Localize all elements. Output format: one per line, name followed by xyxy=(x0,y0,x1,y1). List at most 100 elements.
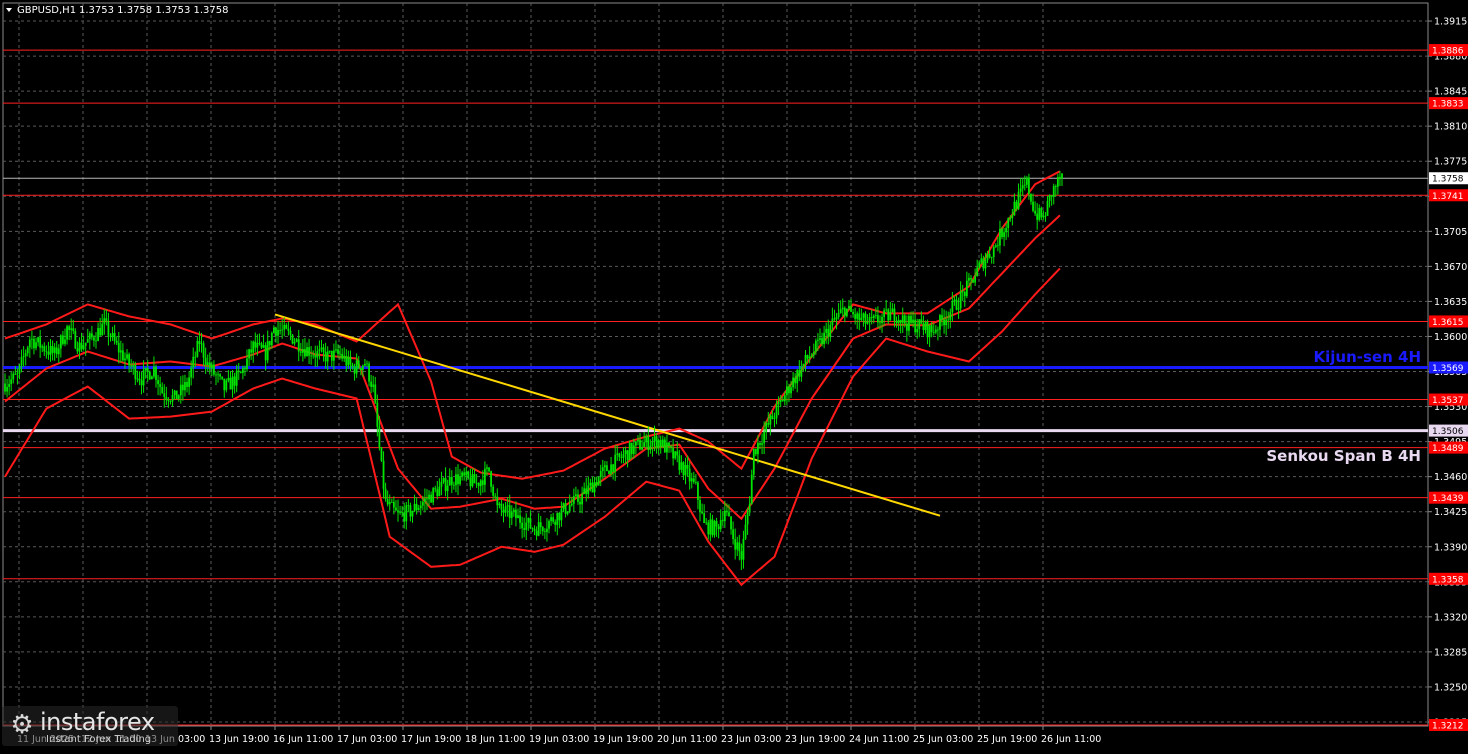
x-tick-label: 17 Jun 03:00 xyxy=(337,734,397,745)
candle-body xyxy=(519,515,521,523)
candle-body xyxy=(676,451,679,456)
candle-body xyxy=(850,305,852,312)
candle-body xyxy=(461,472,464,477)
candle-body xyxy=(1034,210,1037,214)
candle-body xyxy=(481,480,484,485)
candle-body xyxy=(488,467,490,472)
candle-body xyxy=(117,342,120,353)
candle-body xyxy=(626,450,629,461)
candle-body xyxy=(136,378,139,380)
candle-body xyxy=(668,442,670,447)
candle-body xyxy=(227,377,230,381)
candle-body xyxy=(254,341,257,348)
candle-body xyxy=(800,366,803,377)
candle-body xyxy=(161,387,164,394)
candle-body xyxy=(821,338,823,345)
candle-body xyxy=(655,436,658,449)
candle-body xyxy=(579,501,581,505)
candle-body xyxy=(258,342,261,344)
kijun-label: Kijun-sen 4H xyxy=(1314,348,1421,366)
y-tick-label: 1.3810 xyxy=(1434,122,1467,133)
candle-body xyxy=(430,494,433,503)
candle-body xyxy=(1001,228,1003,237)
candle-body xyxy=(341,353,344,359)
candle-body xyxy=(583,488,586,495)
candle-body xyxy=(455,474,457,486)
candle-body xyxy=(715,520,718,527)
candle-body xyxy=(246,358,248,370)
candle-body xyxy=(1021,185,1024,189)
candle-body xyxy=(1032,201,1034,211)
candle-body xyxy=(771,415,774,419)
candle-body xyxy=(639,440,641,450)
candle-body xyxy=(450,476,453,485)
candle-body xyxy=(641,446,643,450)
candle-body xyxy=(831,318,834,326)
candle-body xyxy=(680,462,683,470)
candle-body xyxy=(57,348,60,355)
candle-body xyxy=(72,328,75,331)
candle-body xyxy=(262,345,265,348)
candle-body xyxy=(984,260,987,269)
candle-body xyxy=(1056,176,1059,187)
candle-body xyxy=(585,488,588,495)
candle-body xyxy=(181,384,184,391)
candle-body xyxy=(992,246,995,257)
candle-body xyxy=(707,522,710,535)
price-chart[interactable]: 1.39151.38801.38451.38101.37751.37401.37… xyxy=(0,0,1468,750)
candle-body xyxy=(213,364,215,375)
candle-body xyxy=(277,329,279,336)
y-tick-label: 1.3635 xyxy=(1434,297,1467,308)
candle-body xyxy=(597,477,600,486)
candle-body xyxy=(206,362,209,366)
candle-body xyxy=(14,373,17,375)
candle-body xyxy=(1025,177,1028,185)
x-tick-label: 23 Jun 03:00 xyxy=(721,734,781,745)
resistance-price-tag-label: 1.3886 xyxy=(1432,47,1464,57)
candle-body xyxy=(426,498,428,500)
candle-body xyxy=(442,478,445,482)
candle-body xyxy=(126,354,128,359)
x-tick-label: 23 Jun 19:00 xyxy=(785,734,845,745)
candle-body xyxy=(839,309,842,313)
candle-body xyxy=(122,350,124,361)
candle-body xyxy=(874,315,877,317)
candle-body xyxy=(84,342,87,346)
candle-body xyxy=(790,387,792,394)
chart-canvas[interactable]: 1.39151.38801.38451.38101.37751.37401.37… xyxy=(0,0,1468,750)
candle-body xyxy=(920,319,923,324)
candle-body xyxy=(266,341,269,361)
candle-body xyxy=(835,317,838,320)
candle-body xyxy=(868,317,871,322)
candle-body xyxy=(190,367,193,378)
candle-body xyxy=(986,253,989,261)
candle-body xyxy=(397,510,399,513)
candle-body xyxy=(8,383,11,387)
candle-body xyxy=(552,517,555,522)
candle-body xyxy=(614,454,617,472)
chart-header[interactable]: GBPUSD,H1 1.3753 1.3758 1.3753 1.3758 xyxy=(6,5,229,16)
candle-body xyxy=(483,468,486,485)
candle-body xyxy=(570,503,573,506)
candle-body xyxy=(858,313,861,321)
candle-body xyxy=(1005,227,1008,233)
candle-body xyxy=(982,258,985,269)
candle-body xyxy=(988,253,991,258)
candle-body xyxy=(103,318,106,324)
candle-body xyxy=(827,328,830,338)
candle-body xyxy=(1048,195,1051,201)
candle-body xyxy=(1042,215,1045,218)
candle-body xyxy=(196,341,199,357)
candle-body xyxy=(138,378,141,381)
candle-body xyxy=(914,319,917,333)
candle-body xyxy=(99,328,102,336)
candle-body xyxy=(124,358,126,361)
candle-body xyxy=(421,501,424,506)
candle-body xyxy=(349,356,352,365)
candle-body xyxy=(463,472,466,476)
candle-body xyxy=(504,506,507,513)
candle-body xyxy=(10,379,13,384)
candle-body xyxy=(1050,195,1053,197)
x-tick-label: 16 Jun 11:00 xyxy=(273,734,333,745)
candle-body xyxy=(477,482,480,487)
